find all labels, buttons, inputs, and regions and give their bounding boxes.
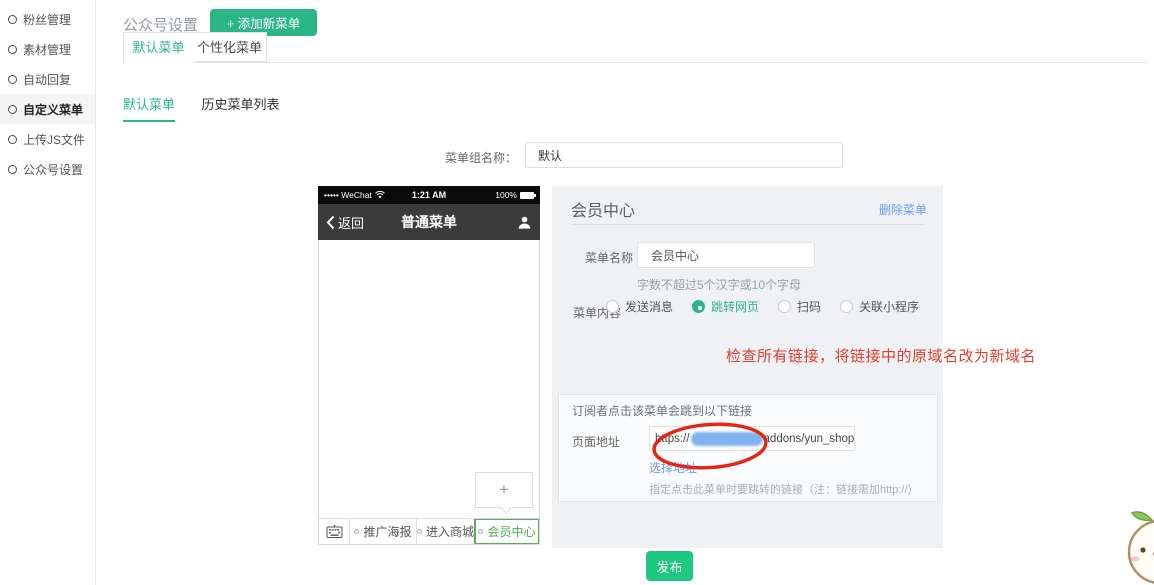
- radio-icon: [692, 300, 705, 313]
- battery-percent-label: 100%: [495, 190, 517, 200]
- add-submenu-button[interactable]: +: [475, 472, 533, 508]
- menu-name-input[interactable]: [637, 242, 815, 268]
- tabs-divider: [123, 62, 1148, 63]
- subtab-default-menu[interactable]: 默认菜单: [123, 94, 175, 122]
- subtab-history-menu-list[interactable]: 历史菜单列表: [201, 94, 279, 120]
- phone-status-bar: ••••• WeChat 1:21 AM 100%: [318, 186, 540, 204]
- sidebar-item-account-settings[interactable]: 公众号设置: [0, 154, 95, 184]
- back-label: 返回: [338, 213, 364, 232]
- link-hint-text: 指定点击此菜单时要跳转的链接（注：链接需加http://）: [649, 481, 919, 497]
- circle-icon: [8, 105, 17, 114]
- circle-icon: [8, 135, 17, 144]
- phone-menu-item-mall[interactable]: 进入商城: [416, 519, 474, 544]
- sidebar-item-label: 上传JS文件: [23, 131, 85, 148]
- page-url-label: 页面地址: [572, 433, 620, 450]
- sidebar-item-material[interactable]: 素材管理: [0, 34, 95, 64]
- delete-menu-link[interactable]: 删除菜单: [879, 201, 927, 218]
- publish-button[interactable]: 发布: [646, 551, 693, 581]
- phone-menu-item-member-center[interactable]: 会员中心: [474, 519, 539, 544]
- url-suffix-text: addons/yun_shop/?: [764, 433, 855, 445]
- chevron-left-icon: [326, 215, 335, 230]
- phone-preview: ••••• WeChat 1:21 AM 100% 返回 普通菜单: [318, 186, 540, 545]
- radio-mini-program[interactable]: 关联小程序: [840, 298, 919, 315]
- subtabs: 默认菜单 历史菜单列表: [123, 94, 301, 122]
- menu-group-name-input[interactable]: [525, 142, 843, 168]
- menu-name-hint: 字数不超过5个汉字或10个字母: [637, 276, 801, 293]
- phone-menu-item-label: 会员中心: [487, 523, 535, 540]
- redacted-domain-blur: [691, 432, 763, 446]
- phone-menu-bar: 推广海报 进入商城 会员中心: [318, 518, 540, 545]
- person-icon[interactable]: [517, 215, 532, 230]
- radio-label: 关联小程序: [859, 298, 919, 315]
- sidebar-item-label: 自动回复: [23, 71, 71, 88]
- editor-title: 会员中心: [571, 197, 635, 221]
- radio-jump-webpage[interactable]: 跳转网页: [692, 298, 759, 315]
- circle-icon: [8, 165, 17, 174]
- sidebar-item-upload-js[interactable]: 上传JS文件: [0, 124, 95, 154]
- radio-icon: [778, 300, 791, 313]
- radio-icon: [606, 300, 619, 313]
- phone-nav-bar: 返回 普通菜单: [318, 204, 540, 240]
- sidebar: 粉丝管理 素材管理 自动回复 自定义菜单 上传JS文件 公众号设置: [0, 0, 96, 585]
- battery-icon: [520, 192, 534, 199]
- circle-icon: [8, 75, 17, 84]
- radio-label: 发送消息: [625, 298, 673, 315]
- menu-group-name-label: 菜单组名称：: [400, 149, 517, 166]
- url-prefix-text: https://: [655, 433, 690, 445]
- annotation-text: 检查所有链接，将链接中的原域名改为新域名: [726, 345, 1036, 366]
- sidebar-item-label: 素材管理: [23, 41, 71, 58]
- menu-content-options: 发送消息 跳转网页 扫码 关联小程序: [606, 298, 938, 315]
- radio-send-message[interactable]: 发送消息: [606, 298, 673, 315]
- sidebar-item-label: 粉丝管理: [23, 11, 71, 28]
- bullet-icon: [417, 529, 422, 534]
- app-root: 粉丝管理 素材管理 自动回复 自定义菜单 上传JS文件 公众号设置: [0, 0, 1154, 585]
- link-settings-box: 订阅者点击该菜单会跳到以下链接 页面地址 https:// addons/yun…: [558, 394, 938, 502]
- radio-scan-code[interactable]: 扫码: [778, 298, 821, 315]
- sidebar-item-custom-menu[interactable]: 自定义菜单: [0, 94, 95, 124]
- mascot-illustration: [1122, 503, 1154, 585]
- sidebar-item-auto-reply[interactable]: 自动回复: [0, 64, 95, 94]
- back-button[interactable]: 返回: [326, 213, 364, 232]
- editor-divider: [571, 224, 924, 225]
- tab-default-menu[interactable]: 默认菜单: [123, 32, 194, 63]
- radio-label: 跳转网页: [711, 298, 759, 315]
- circle-icon: [8, 15, 17, 24]
- phone-menu-item-poster[interactable]: 推广海报: [349, 519, 416, 544]
- plus-icon: +: [499, 480, 509, 500]
- menu-name-label: 菜单名称: [585, 249, 633, 266]
- bullet-icon: [354, 529, 359, 534]
- phone-menu-item-label: 进入商城: [426, 523, 474, 540]
- sidebar-item-label: 自定义菜单: [23, 101, 83, 118]
- phone-menu-item-label: 推广海报: [363, 523, 411, 540]
- sidebar-item-label: 公众号设置: [23, 161, 83, 178]
- choose-address-link[interactable]: 选择地址: [649, 459, 697, 476]
- page-url-input[interactable]: https:// addons/yun_shop/?: [649, 426, 855, 451]
- wifi-icon: [375, 191, 385, 199]
- keyboard-toggle-button[interactable]: [319, 519, 349, 544]
- keyboard-icon: [326, 525, 343, 538]
- sidebar-item-fans[interactable]: 粉丝管理: [0, 4, 95, 34]
- menu-editor-panel: 会员中心 删除菜单 菜单名称 字数不超过5个汉字或10个字母 菜单内容 发送消息…: [552, 186, 943, 548]
- link-intro-text: 订阅者点击该菜单会跳到以下链接: [572, 402, 752, 419]
- carrier-label: ••••• WeChat: [324, 190, 372, 200]
- tab-personalized-menu[interactable]: 个性化菜单: [193, 32, 267, 62]
- bullet-icon: [478, 529, 483, 534]
- radio-icon: [840, 300, 853, 313]
- circle-icon: [8, 45, 17, 54]
- radio-label: 扫码: [797, 298, 821, 315]
